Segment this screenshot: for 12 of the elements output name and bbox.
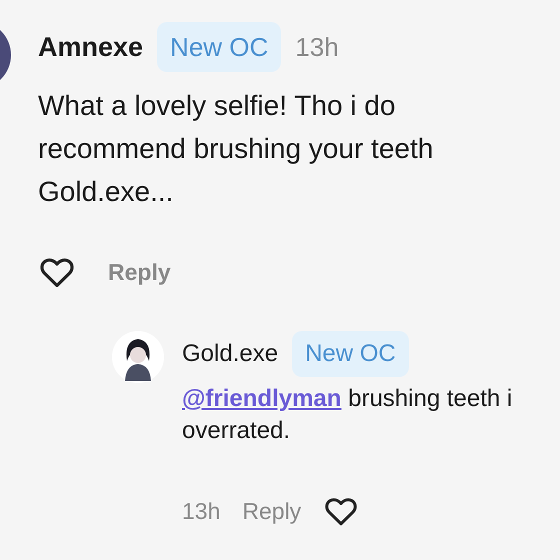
reply-text: @friendlyman brushing teeth i overrated. bbox=[182, 384, 512, 446]
comment-text: What a lovely selfie! Tho i do recommend brushing your teeth Gold.exe... bbox=[38, 89, 434, 209]
reply-button[interactable]: Reply bbox=[242, 494, 302, 528]
mention-link[interactable]: @friendlyman bbox=[182, 385, 342, 412]
reply-button[interactable]: Reply bbox=[108, 254, 171, 290]
timestamp: 13h bbox=[295, 30, 339, 64]
badge: New OC bbox=[157, 22, 282, 72]
author-name[interactable]: Amnexe bbox=[38, 26, 144, 68]
timestamp: 13h bbox=[182, 496, 220, 526]
author-name[interactable]: Gold.exe bbox=[182, 336, 278, 372]
badge: New OC bbox=[292, 331, 409, 377]
avatar[interactable] bbox=[112, 331, 164, 383]
